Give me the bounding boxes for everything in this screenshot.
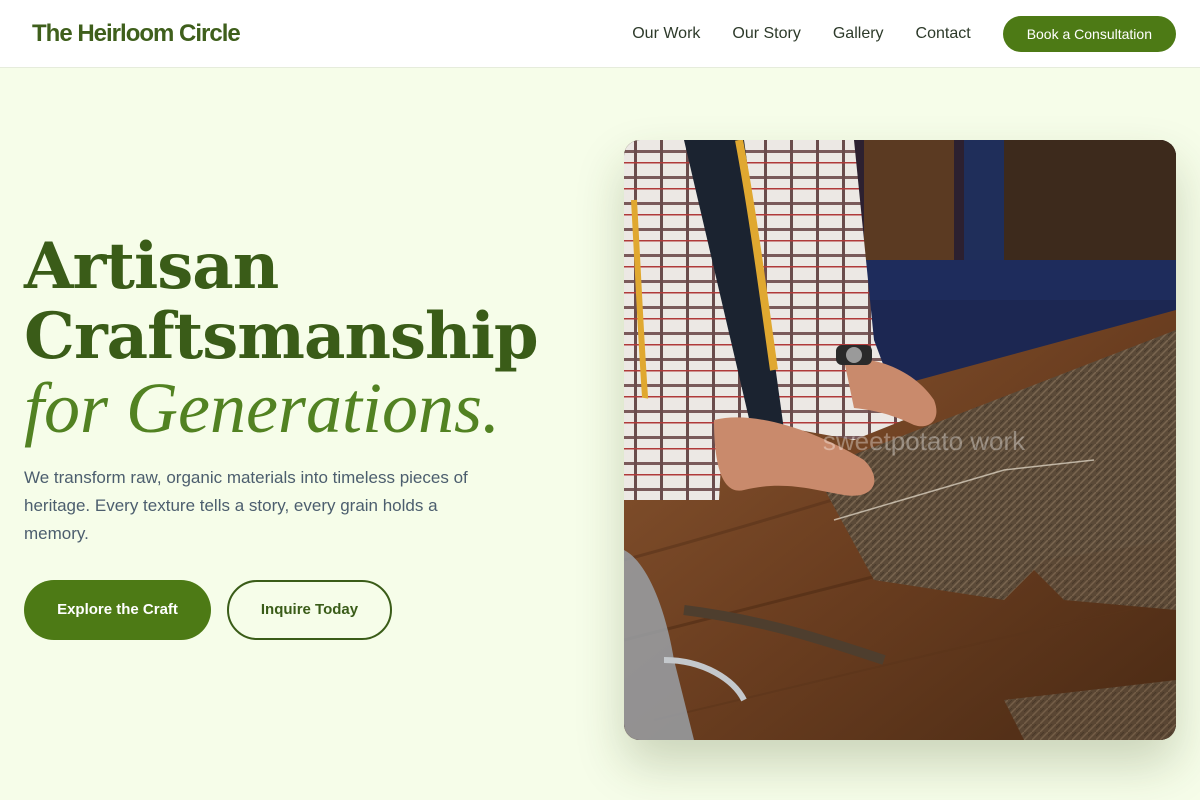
main-nav: Our Work Our Story Gallery Contact Book … xyxy=(632,16,1176,52)
hero-image-tailor: sweetpotato work xyxy=(624,140,1176,740)
nav-our-work[interactable]: Our Work xyxy=(632,16,700,52)
nav-contact[interactable]: Contact xyxy=(916,16,971,52)
hero-content: Artisan Craftsmanship for Generations. W… xyxy=(24,232,564,640)
site-logo[interactable]: The Heirloom Circle xyxy=(32,18,241,50)
inquire-today-button[interactable]: Inquire Today xyxy=(227,580,392,640)
nav-our-story[interactable]: Our Story xyxy=(732,16,800,52)
tailor-photo-illustration: sweetpotato work xyxy=(624,140,1176,740)
hero-actions: Explore the Craft Inquire Today xyxy=(24,580,564,640)
image-watermark: sweetpotato work xyxy=(823,426,1026,456)
site-header: The Heirloom Circle Our Work Our Story G… xyxy=(0,0,1200,68)
book-consultation-button[interactable]: Book a Consultation xyxy=(1002,16,1176,52)
hero-subtitle: We transform raw, organic materials into… xyxy=(24,468,468,543)
hero-title-line-2: Craftsmanship xyxy=(24,299,539,374)
hero-title-line-3: for Generations. xyxy=(24,368,500,448)
hero-title-line-1: Artisan xyxy=(24,229,279,304)
explore-craft-button[interactable]: Explore the Craft xyxy=(24,580,211,640)
nav-gallery[interactable]: Gallery xyxy=(833,16,884,52)
